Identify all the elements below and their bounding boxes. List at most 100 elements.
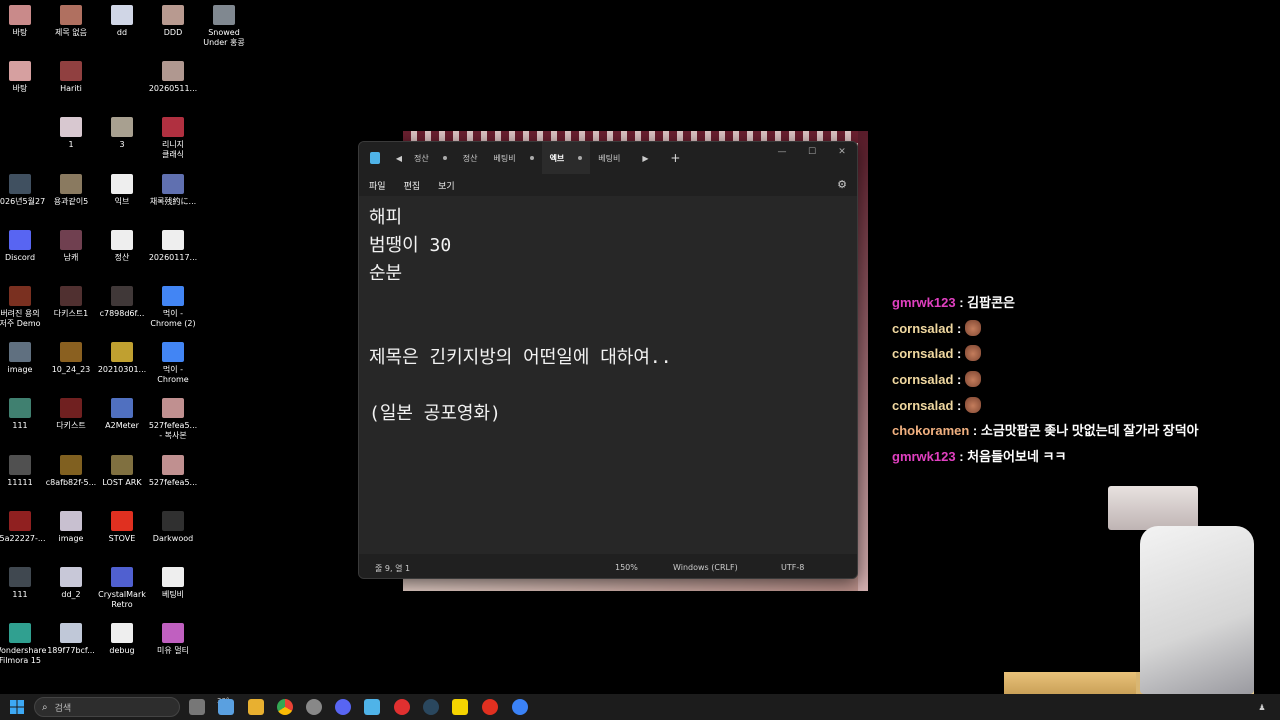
desktop-icon[interactable]: 다키스트	[43, 398, 99, 431]
taskbar-search[interactable]: ⌕ 검색	[34, 697, 180, 717]
line-ending[interactable]: Windows (CRLF)	[673, 563, 738, 572]
desktop-icon[interactable]: LOST ARK	[94, 454, 150, 488]
desktop-icon[interactable]: 11111	[0, 454, 48, 488]
tab-scroll-left-icon[interactable]: ◀	[392, 154, 406, 163]
zoom-level[interactable]: 150%	[615, 563, 638, 572]
close-button[interactable]: ✕	[827, 142, 857, 162]
desktop-icon-label: 189f77bcf...	[47, 646, 95, 656]
desktop-icon-image	[60, 398, 82, 419]
desktop-icon-image	[9, 510, 31, 531]
minimize-button[interactable]: —	[767, 142, 797, 162]
new-tab-button[interactable]: +	[670, 151, 680, 165]
chrome-icon[interactable]	[277, 699, 293, 715]
file-explorer-icon[interactable]	[248, 699, 264, 715]
desktop-icon[interactable]: 먹이 - Chrome (2)	[145, 286, 201, 329]
emoticon-icon	[964, 319, 981, 336]
maximize-button[interactable]: ☐	[797, 142, 827, 162]
desktop-icon[interactable]: 정산	[94, 229, 150, 263]
desktop-icon[interactable]: 먹이 - Chrome	[145, 342, 201, 385]
windows-start-icon[interactable]	[9, 699, 25, 715]
menu-edit[interactable]: 편집	[404, 179, 421, 192]
steam-icon[interactable]	[423, 699, 439, 715]
desktop-icon[interactable]: Darkwood	[145, 510, 201, 544]
desktop-icon[interactable]: 10_24_23	[43, 342, 99, 375]
desktop-icon[interactable]: 189f77bcf...	[43, 623, 99, 656]
desktop-icon[interactable]: 바탕	[0, 5, 48, 38]
desktop-icon[interactable]: 1	[43, 117, 99, 150]
desktop-icon[interactable]: 3	[94, 117, 150, 150]
webcam-object-box	[1108, 486, 1198, 530]
desktop-icon-image	[9, 342, 31, 363]
desktop-icon[interactable]: Hariti	[43, 61, 99, 94]
task-view-icon[interactable]	[189, 699, 205, 715]
desktop-icon-label: 11111	[7, 477, 33, 487]
frame-right-strip	[858, 131, 868, 591]
desktop-icon[interactable]: 남캐	[43, 229, 99, 263]
desktop-icon[interactable]: dd_2	[43, 567, 99, 600]
desktop-icon[interactable]: 2026년5월27	[0, 173, 48, 207]
notepad-tab[interactable]: 정산	[455, 142, 486, 174]
link-app-icon[interactable]	[512, 699, 528, 715]
desktop-icon-label: image	[7, 365, 33, 375]
desktop-icon[interactable]: 527fefea5...	[145, 454, 201, 488]
notepad-tab[interactable]: 베팅비	[590, 142, 628, 174]
notepad-titlebar[interactable]: ◀ 정산 정산 베팅비 엑브 베팅비 ▶ + — ☐ ✕	[359, 142, 857, 174]
desktop-icon[interactable]: 111	[0, 567, 48, 600]
desktop-icon[interactable]: 용과같이5	[43, 173, 99, 207]
desktop-icon[interactable]: 익브	[94, 173, 150, 207]
desktop-icon[interactable]: Wondershare Filmora 15	[0, 623, 48, 666]
desktop-icon[interactable]: A2Meter	[94, 398, 150, 431]
desktop-icon[interactable]: DDD	[145, 5, 201, 38]
desktop-icon[interactable]: c8afb82f-5...	[43, 454, 99, 488]
notepad-text-area[interactable]: 해피 범땡이 30 순분 제목은 긴키지방의 어떤일에 대하여.. (일본 공포…	[359, 196, 857, 554]
settings-gear-icon[interactable]: ⚙	[837, 178, 847, 191]
notepad-tab-label: 베팅비	[493, 153, 516, 163]
notepad-icon[interactable]	[364, 699, 380, 715]
desktop-icon[interactable]: 05a22227-...	[0, 510, 48, 544]
desktop-icon[interactable]: 리니지 클래식	[145, 117, 201, 160]
desktop-icon[interactable]: c7898d6f...	[94, 286, 150, 319]
media-player-icon[interactable]	[394, 699, 410, 715]
clock-icon[interactable]	[306, 699, 322, 715]
desktop-icon[interactable]: 채록残約に...	[145, 173, 201, 207]
desktop-icon[interactable]: 527fefea5... - 복사본	[145, 398, 201, 441]
notepad-tab[interactable]: 정산	[406, 142, 455, 174]
desktop-icon[interactable]: debug	[94, 623, 150, 656]
stove-icon[interactable]	[482, 699, 498, 715]
desktop-icon[interactable]: CrystalMark Retro	[94, 567, 150, 610]
desktop-icon[interactable]: dd	[94, 5, 150, 38]
tab-scroll-right-icon[interactable]: ▶	[638, 154, 652, 163]
chat-tray-icon[interactable]: ♟	[1254, 699, 1270, 715]
desktop-icon[interactable]: 제목 없음	[43, 5, 99, 38]
desktop-icon[interactable]: 20260511...	[145, 61, 201, 94]
desktop-icon[interactable]: 20210301...	[94, 342, 150, 375]
weather-icon[interactable]	[218, 699, 234, 715]
desktop-icon-label: 익브	[114, 196, 130, 206]
desktop-icon[interactable]: image	[0, 342, 48, 375]
notepad-tab[interactable]: 엑브	[541, 142, 591, 174]
desktop-icon-image	[162, 567, 184, 587]
menu-file[interactable]: 파일	[369, 179, 386, 192]
kakaotalk-icon[interactable]	[452, 699, 468, 715]
menu-view[interactable]: 보기	[438, 179, 455, 192]
desktop-icon[interactable]: Snowed Under 홍콩	[196, 5, 252, 48]
notepad-window[interactable]: ◀ 정산 정산 베팅비 엑브 베팅비 ▶ + — ☐ ✕ 파일 편집 보기 ⚙ 해피 범…	[358, 141, 858, 579]
desktop-icon[interactable]: 바탕	[0, 61, 48, 94]
desktop-icon[interactable]: 다키스트1	[43, 286, 99, 319]
desktop-icon-image	[9, 398, 31, 419]
desktop-icon[interactable]: 베팅비	[145, 567, 201, 600]
desktop-icon-label: Snowed Under 홍콩	[203, 28, 245, 47]
encoding[interactable]: UTF-8	[781, 563, 804, 572]
chat-message: gmrwk123 : 김팝콘은	[892, 290, 1272, 316]
desktop-icon[interactable]: STOVE	[94, 510, 150, 544]
desktop-icon[interactable]: 미유 멀티	[145, 623, 201, 656]
desktop-icon[interactable]: 111	[0, 398, 48, 431]
discord-icon[interactable]	[335, 699, 351, 715]
desktop-icon-label: 3	[119, 140, 125, 150]
desktop-icon[interactable]: 버려진 용의 저주 Demo	[0, 286, 48, 329]
desktop-icon[interactable]: image	[43, 510, 99, 544]
desktop-icon-image	[111, 286, 133, 306]
desktop-icon[interactable]: 20260117...	[145, 229, 201, 263]
desktop-icon[interactable]: Discord	[0, 229, 48, 263]
notepad-tab[interactable]: 베팅비	[485, 142, 541, 174]
